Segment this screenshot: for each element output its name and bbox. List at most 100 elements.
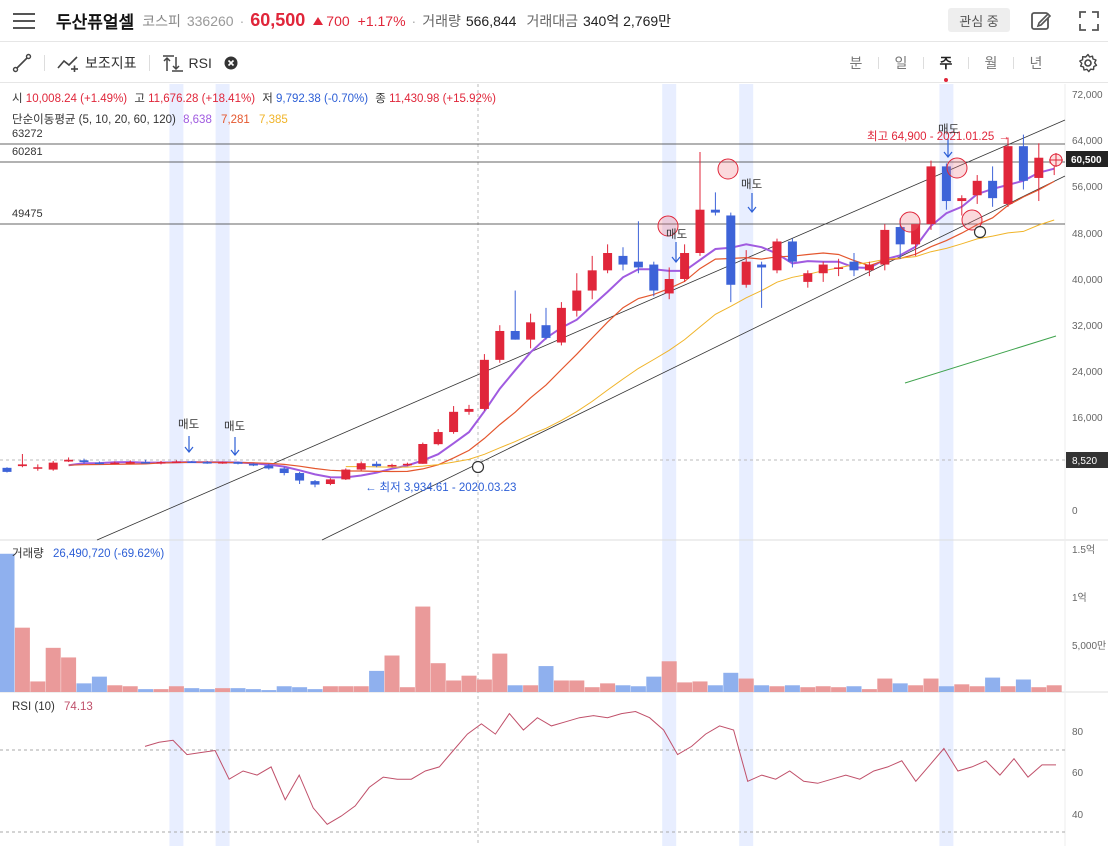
- y-tick: 64,000: [1072, 136, 1103, 147]
- candle[interactable]: [972, 175, 982, 204]
- volume-bar: [523, 685, 539, 692]
- volume-label: 거래량: [422, 12, 461, 29]
- volume-bar: [569, 680, 585, 692]
- candle[interactable]: [125, 460, 135, 464]
- candle[interactable]: [464, 404, 474, 415]
- candle[interactable]: [680, 244, 690, 282]
- rsi-chip-label: RSI: [188, 54, 212, 71]
- indicator-button[interactable]: 보조지표: [57, 53, 137, 73]
- candle[interactable]: [541, 307, 551, 340]
- anchor-point-marker[interactable]: [471, 460, 485, 474]
- stock-chart[interactable]: 시 10,008.24 (+1.49%) 고 11,676.28 (+18.41…: [0, 84, 1108, 846]
- candle[interactable]: [356, 461, 366, 471]
- ohlc-line: 시 10,008.24 (+1.49%) 고 11,676.28 (+18.41…: [12, 92, 496, 105]
- candle[interactable]: [295, 471, 305, 485]
- candle[interactable]: [803, 270, 813, 288]
- volume-bar: [492, 653, 508, 692]
- candle[interactable]: [433, 429, 443, 446]
- watchlist-button[interactable]: 관심 중: [948, 8, 1010, 32]
- edit-icon[interactable]: [1030, 10, 1052, 32]
- volume-bar: [1015, 679, 1031, 692]
- candle[interactable]: [710, 192, 720, 216]
- period-month[interactable]: 월: [969, 53, 1013, 73]
- candle[interactable]: [449, 406, 459, 434]
- candle[interactable]: [310, 479, 320, 488]
- volume-bar: [784, 685, 800, 692]
- ma-legend[interactable]: 단순이동평균 (5, 10, 20, 60, 120) 8,638 7,281 …: [12, 113, 288, 126]
- volume-value: 566,844: [465, 12, 517, 29]
- volume-bar: [122, 686, 138, 692]
- candle[interactable]: [572, 273, 582, 317]
- volume-bar: [507, 685, 523, 692]
- volume-bar: [307, 689, 323, 692]
- signal-highlight-band: [169, 84, 184, 846]
- candle[interactable]: [510, 290, 520, 340]
- candle[interactable]: [772, 238, 782, 274]
- candle[interactable]: [33, 464, 43, 471]
- candle[interactable]: [603, 244, 613, 274]
- volume-bar: [61, 657, 77, 692]
- candle[interactable]: [926, 160, 936, 230]
- candle[interactable]: [618, 247, 628, 271]
- menu-icon[interactable]: [13, 12, 35, 29]
- volume-bar: [76, 683, 92, 692]
- sell-arrow-icon: [230, 437, 240, 456]
- remove-indicator-icon[interactable]: [224, 56, 238, 70]
- candle[interactable]: [479, 354, 489, 411]
- rsi-indicator-chip[interactable]: RSI: [162, 54, 238, 72]
- stock-code: 336260: [186, 12, 234, 29]
- candle[interactable]: [757, 261, 767, 308]
- rsi-line: [144, 710, 1056, 825]
- low-annotation: ← 최저 3,934.61 - 2020.03.23: [365, 481, 516, 494]
- volume-bar: [14, 627, 30, 692]
- candle[interactable]: [695, 151, 705, 256]
- candle[interactable]: [849, 253, 859, 277]
- candle[interactable]: [649, 261, 659, 297]
- candle[interactable]: [726, 212, 736, 303]
- period-minute[interactable]: 분: [834, 53, 878, 73]
- candle[interactable]: [526, 313, 536, 349]
- volume-bar: [600, 683, 616, 692]
- candle[interactable]: [64, 457, 74, 463]
- volume-bar: [138, 689, 154, 692]
- candle[interactable]: [48, 460, 58, 471]
- candle[interactable]: [1034, 143, 1044, 202]
- volume-bar: [707, 685, 723, 692]
- settings-gear-icon[interactable]: [1078, 53, 1098, 73]
- y-axis-rsi: 80 60 40: [1072, 727, 1084, 821]
- candle[interactable]: [556, 302, 566, 346]
- volume-bar: [30, 681, 46, 692]
- candle[interactable]: [818, 261, 828, 282]
- volume-bar: [461, 675, 477, 692]
- volume-bar: [430, 663, 446, 692]
- candle[interactable]: [587, 255, 597, 300]
- y-tick: 1억: [1072, 592, 1087, 604]
- volume-bar: [245, 689, 261, 692]
- volume-bar: [892, 683, 908, 692]
- period-year[interactable]: 년: [1014, 53, 1058, 73]
- candle[interactable]: [418, 442, 428, 464]
- fullscreen-icon[interactable]: [1078, 10, 1100, 32]
- volume-bar: [923, 678, 939, 692]
- candle[interactable]: [633, 221, 643, 274]
- anchor-point-marker[interactable]: [973, 225, 987, 239]
- stock-name[interactable]: 두산퓨얼셀: [56, 8, 134, 33]
- candle[interactable]: [341, 468, 351, 480]
- candle[interactable]: [864, 261, 874, 277]
- candle[interactable]: [880, 224, 890, 271]
- period-week[interactable]: 주: [924, 53, 968, 82]
- volume-bar: [184, 688, 200, 692]
- volume-bar: [723, 672, 739, 692]
- candle[interactable]: [17, 453, 27, 468]
- candle[interactable]: [988, 166, 998, 207]
- period-day[interactable]: 일: [879, 53, 923, 73]
- volume-bar: [415, 606, 431, 692]
- candle[interactable]: [1003, 137, 1013, 207]
- candle[interactable]: [325, 478, 335, 486]
- candle[interactable]: [156, 460, 166, 465]
- draw-line-icon[interactable]: [12, 53, 32, 73]
- candle[interactable]: [495, 325, 505, 363]
- candle[interactable]: [2, 467, 12, 473]
- sort-arrows-icon: [162, 54, 183, 72]
- volume-bar: [292, 687, 308, 692]
